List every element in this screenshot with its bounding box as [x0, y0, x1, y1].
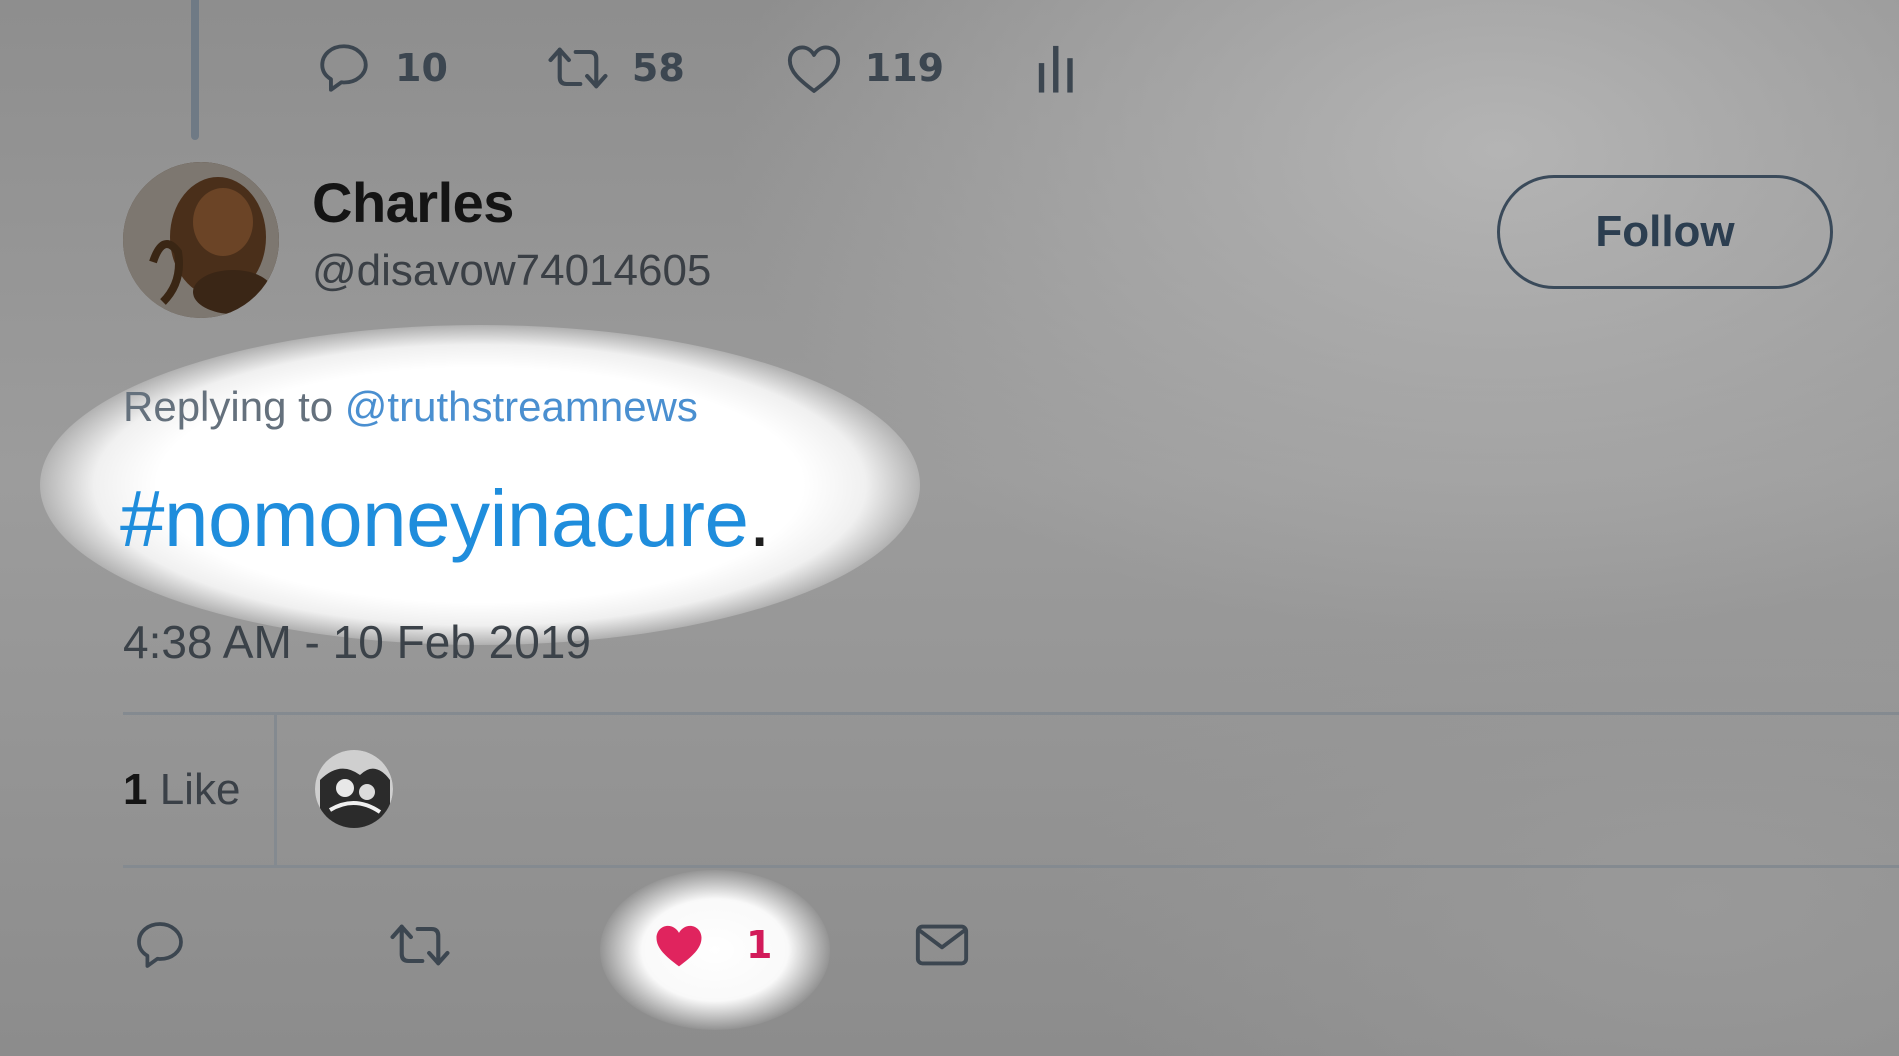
heart-filled-icon	[656, 925, 702, 967]
retweet-button[interactable]	[388, 910, 452, 980]
analytics-action[interactable]	[1036, 41, 1076, 95]
divider	[123, 865, 1899, 868]
tweet-page: 10 58 119 Charles @disavow74014605 Follo…	[0, 0, 1899, 1056]
reply-button[interactable]	[132, 910, 188, 980]
tweet-text-suffix: .	[748, 474, 771, 563]
like-button[interactable]: 1	[652, 910, 772, 980]
heart-icon	[787, 45, 840, 93]
avatar-image	[123, 162, 279, 318]
retweet-icon	[390, 924, 450, 966]
like-count: 119	[864, 46, 945, 90]
hashtag-link[interactable]: #nomoneyinacure	[120, 474, 749, 563]
retweet-count: 58	[631, 46, 685, 90]
liker-avatar[interactable]	[315, 750, 393, 828]
likes-stat[interactable]: 1 Like	[123, 765, 240, 815]
stats-divider	[274, 715, 277, 865]
analytics-icon	[1038, 45, 1073, 93]
follow-button[interactable]: Follow	[1497, 175, 1833, 289]
likes-number: 1	[123, 765, 148, 814]
liker-avatar-image	[315, 750, 393, 828]
author-name[interactable]: Charles	[312, 170, 514, 235]
direct-message-button[interactable]	[914, 910, 970, 980]
retweet-icon	[548, 47, 608, 89]
thread-line	[191, 0, 199, 140]
reply-icon	[137, 922, 183, 968]
tweet-text: #nomoneyinacure.	[120, 473, 771, 565]
like-count: 1	[746, 923, 773, 967]
replying-to-line: Replying to @truthstreamnews	[123, 383, 698, 431]
reply-icon	[320, 44, 368, 92]
like-action[interactable]: 119	[785, 41, 944, 95]
retweet-action[interactable]: 58	[546, 39, 685, 97]
replying-prefix: Replying to	[123, 383, 345, 430]
parent-tweet-actions: 10 58 119	[315, 36, 1076, 100]
mail-icon	[915, 924, 969, 966]
tweet-timestamp[interactable]: 4:38 AM - 10 Feb 2019	[123, 615, 591, 669]
tweet-actions: 1	[0, 910, 1899, 980]
reply-action[interactable]: 10	[315, 39, 448, 97]
reply-count: 10	[395, 46, 448, 90]
divider	[123, 712, 1899, 715]
replying-mention-link[interactable]: @truthstreamnews	[345, 383, 698, 430]
author-handle[interactable]: @disavow74014605	[312, 246, 711, 296]
likes-label: Like	[147, 765, 241, 814]
author-avatar[interactable]	[123, 162, 279, 318]
